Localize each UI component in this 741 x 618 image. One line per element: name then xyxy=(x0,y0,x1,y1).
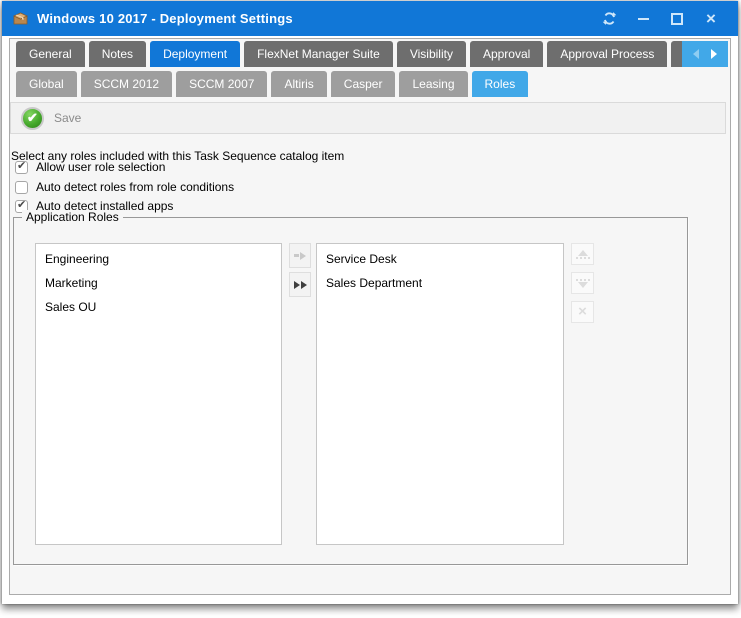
tab-flexnet-manager-suite[interactable]: FlexNet Manager Suite xyxy=(244,41,393,67)
application-roles-groupbox: Application Roles Engineering Marketing … xyxy=(13,217,688,565)
save-button-label: Save xyxy=(54,111,81,125)
allow-user-role-selection-checkbox[interactable]: ✔ xyxy=(15,161,28,174)
groupbox-legend: Application Roles xyxy=(22,210,123,224)
tab-scroll-left-icon[interactable] xyxy=(693,49,699,59)
tab-general[interactable]: General xyxy=(16,41,85,67)
content-area: General Notes Deployment FlexNet Manager… xyxy=(9,38,731,595)
primary-tab-strip: General Notes Deployment FlexNet Manager… xyxy=(16,41,728,67)
tab-approval-process[interactable]: Approval Process xyxy=(547,41,667,67)
checkbox-label: Allow user role selection xyxy=(36,160,165,174)
subtab-leasing[interactable]: Leasing xyxy=(399,71,467,97)
window-controls: × xyxy=(592,6,728,32)
refresh-icon xyxy=(602,11,617,26)
remove-x-icon: × xyxy=(578,305,587,319)
arrow-down-icon xyxy=(578,282,588,288)
move-up-button[interactable] xyxy=(571,243,594,265)
subtab-sccm-2007[interactable]: SCCM 2007 xyxy=(176,71,267,97)
toolbar: ✔ Save xyxy=(10,102,726,134)
tab-approval[interactable]: Approval xyxy=(470,41,543,67)
checkbox-row-auto-detect-roles[interactable]: Auto detect roles from role conditions xyxy=(15,180,234,194)
minimize-icon xyxy=(638,18,649,20)
subtab-casper[interactable]: Casper xyxy=(331,71,396,97)
subtab-altiris[interactable]: Altiris xyxy=(271,71,326,97)
available-roles-listbox[interactable]: Engineering Marketing Sales OU xyxy=(35,243,282,545)
save-check-icon: ✔ xyxy=(21,107,44,130)
maximize-button[interactable] xyxy=(660,6,694,32)
deployment-settings-window: Windows 10 2017 - Deployment Settings xyxy=(2,1,738,604)
save-button[interactable]: ✔ Save xyxy=(21,107,81,130)
remove-role-button[interactable]: × xyxy=(571,301,594,323)
tab-notes[interactable]: Notes xyxy=(89,41,146,67)
move-down-button[interactable] xyxy=(571,272,594,294)
list-item[interactable]: Sales OU xyxy=(36,296,281,320)
app-package-icon xyxy=(12,11,29,26)
minimize-button[interactable] xyxy=(626,6,660,32)
move-all-right-button[interactable] xyxy=(289,272,311,297)
close-button[interactable]: × xyxy=(694,6,728,32)
checkmark-icon: ✔ xyxy=(17,160,26,173)
checkbox-label: Auto detect roles from role conditions xyxy=(36,180,234,194)
maximize-icon xyxy=(671,13,683,25)
window-title: Windows 10 2017 - Deployment Settings xyxy=(37,11,592,26)
tab-deployment[interactable]: Deployment xyxy=(150,41,240,67)
list-item[interactable]: Marketing xyxy=(36,272,281,296)
arrow-up-icon xyxy=(578,250,588,256)
checkbox-row-allow-user-role-selection[interactable]: ✔ Allow user role selection xyxy=(15,160,165,174)
tab-visibility[interactable]: Visibility xyxy=(397,41,466,67)
list-item[interactable]: Sales Department xyxy=(317,272,563,296)
arrow-right-icon xyxy=(294,254,299,257)
auto-detect-roles-checkbox[interactable] xyxy=(15,181,28,194)
title-bar: Windows 10 2017 - Deployment Settings xyxy=(2,1,738,36)
subtab-roles[interactable]: Roles xyxy=(472,71,529,97)
list-item[interactable]: Service Desk xyxy=(317,248,563,272)
subtab-global[interactable]: Global xyxy=(16,71,77,97)
window-body: General Notes Deployment FlexNet Manager… xyxy=(5,36,735,599)
tab-scroll-control xyxy=(682,41,728,67)
secondary-tab-strip: Global SCCM 2012 SCCM 2007 Altiris Caspe… xyxy=(16,71,728,97)
tab-scroll-right-icon[interactable] xyxy=(711,49,717,59)
refresh-button[interactable] xyxy=(592,6,626,32)
close-icon: × xyxy=(706,10,716,27)
list-item[interactable]: Engineering xyxy=(36,248,281,272)
selected-roles-listbox[interactable]: Service Desk Sales Department xyxy=(316,243,564,545)
move-selected-right-button[interactable] xyxy=(289,243,311,268)
double-arrow-right-icon xyxy=(294,281,300,289)
subtab-sccm-2012[interactable]: SCCM 2012 xyxy=(81,71,172,97)
